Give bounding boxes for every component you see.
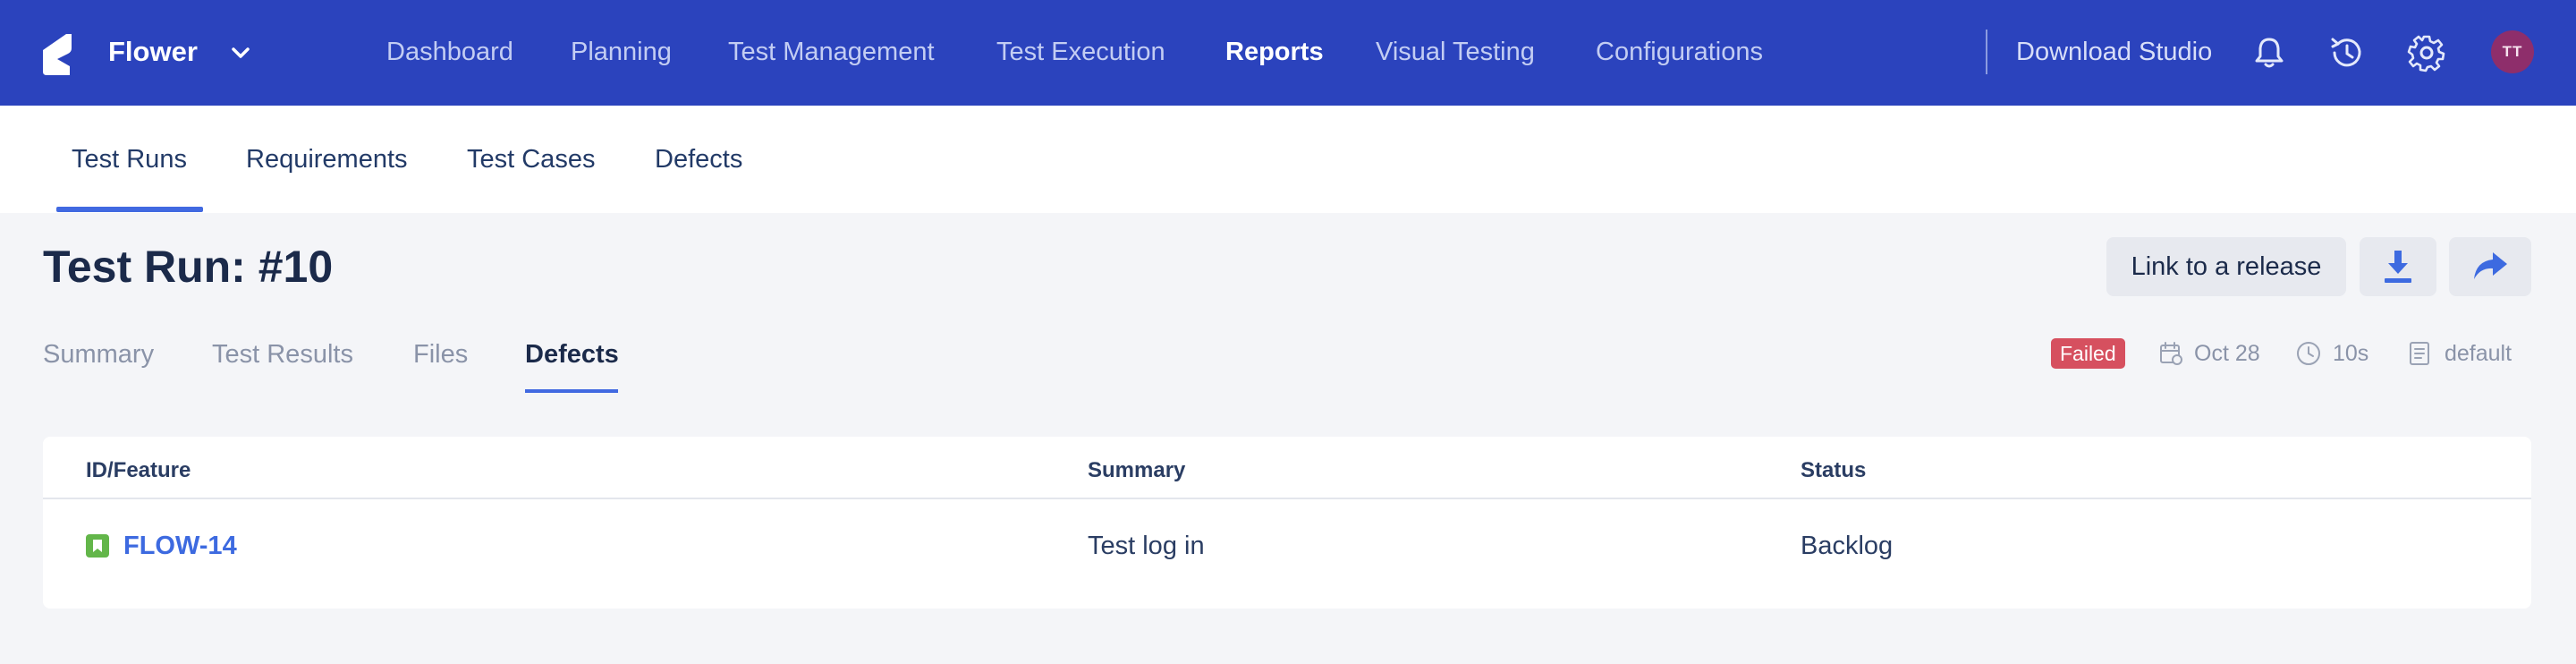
download-studio-link[interactable]: Download Studio: [2016, 34, 2212, 70]
document-icon: [2410, 342, 2429, 365]
subnav-active-indicator: [56, 207, 203, 212]
page-title: Test Run: #10: [43, 242, 334, 292]
nav-test-management[interactable]: Test Management: [728, 34, 935, 70]
download-icon: [2385, 251, 2411, 283]
nav-configurations[interactable]: Configurations: [1596, 34, 1763, 70]
run-profile: default: [2445, 341, 2512, 366]
flower-logo-icon[interactable]: [39, 30, 75, 77]
workspace-name[interactable]: Flower: [108, 34, 198, 70]
nav-reports[interactable]: Reports: [1225, 34, 1324, 70]
avatar[interactable]: TT: [2491, 30, 2534, 73]
subnav-defects[interactable]: Defects: [655, 141, 742, 177]
nav-divider: [1986, 30, 1987, 74]
reports-subnav: Test Runs Requirements Test Cases Defect…: [0, 106, 2576, 213]
nav-planning[interactable]: Planning: [571, 34, 672, 70]
column-header-id[interactable]: ID/Feature: [86, 455, 191, 487]
run-date: Oct 28: [2194, 341, 2260, 366]
top-navbar: Flower Dashboard Planning Test Managemen…: [0, 0, 2576, 106]
defects-table: ID/Feature Summary Status FLOW-14 Test l…: [43, 437, 2531, 609]
status-badge: Failed: [2051, 338, 2125, 369]
share-button[interactable]: [2449, 237, 2531, 296]
nav-test-execution[interactable]: Test Execution: [996, 34, 1165, 70]
link-to-release-button[interactable]: Link to a release: [2106, 237, 2346, 296]
run-duration: 10s: [2333, 341, 2369, 366]
chevron-down-icon[interactable]: [227, 39, 254, 66]
bell-icon[interactable]: [2249, 32, 2290, 73]
clock-icon: [2297, 342, 2320, 365]
column-header-summary[interactable]: Summary: [1088, 455, 1185, 487]
subnav-test-runs[interactable]: Test Runs: [72, 141, 187, 177]
gear-icon[interactable]: [2406, 32, 2447, 73]
history-icon[interactable]: [2326, 32, 2367, 73]
defect-summary: Test log in: [1088, 532, 1205, 560]
subnav-requirements[interactable]: Requirements: [246, 141, 408, 177]
nav-dashboard[interactable]: Dashboard: [386, 34, 513, 70]
defect-id-link[interactable]: FLOW-14: [123, 528, 237, 564]
tab-summary[interactable]: Summary: [43, 336, 154, 372]
download-button[interactable]: [2360, 237, 2436, 296]
story-icon: [86, 534, 109, 558]
subnav-test-cases[interactable]: Test Cases: [467, 141, 595, 177]
tab-active-indicator: [525, 389, 618, 393]
header-divider: [43, 498, 2531, 499]
share-icon: [2474, 252, 2507, 279]
tab-files[interactable]: Files: [413, 336, 468, 372]
defect-status: Backlog: [1801, 532, 1894, 560]
calendar-icon: [2160, 342, 2182, 365]
nav-visual-testing[interactable]: Visual Testing: [1376, 34, 1535, 70]
tab-defects[interactable]: Defects: [525, 336, 619, 372]
tab-test-results[interactable]: Test Results: [212, 336, 353, 372]
column-header-status[interactable]: Status: [1801, 455, 1866, 487]
